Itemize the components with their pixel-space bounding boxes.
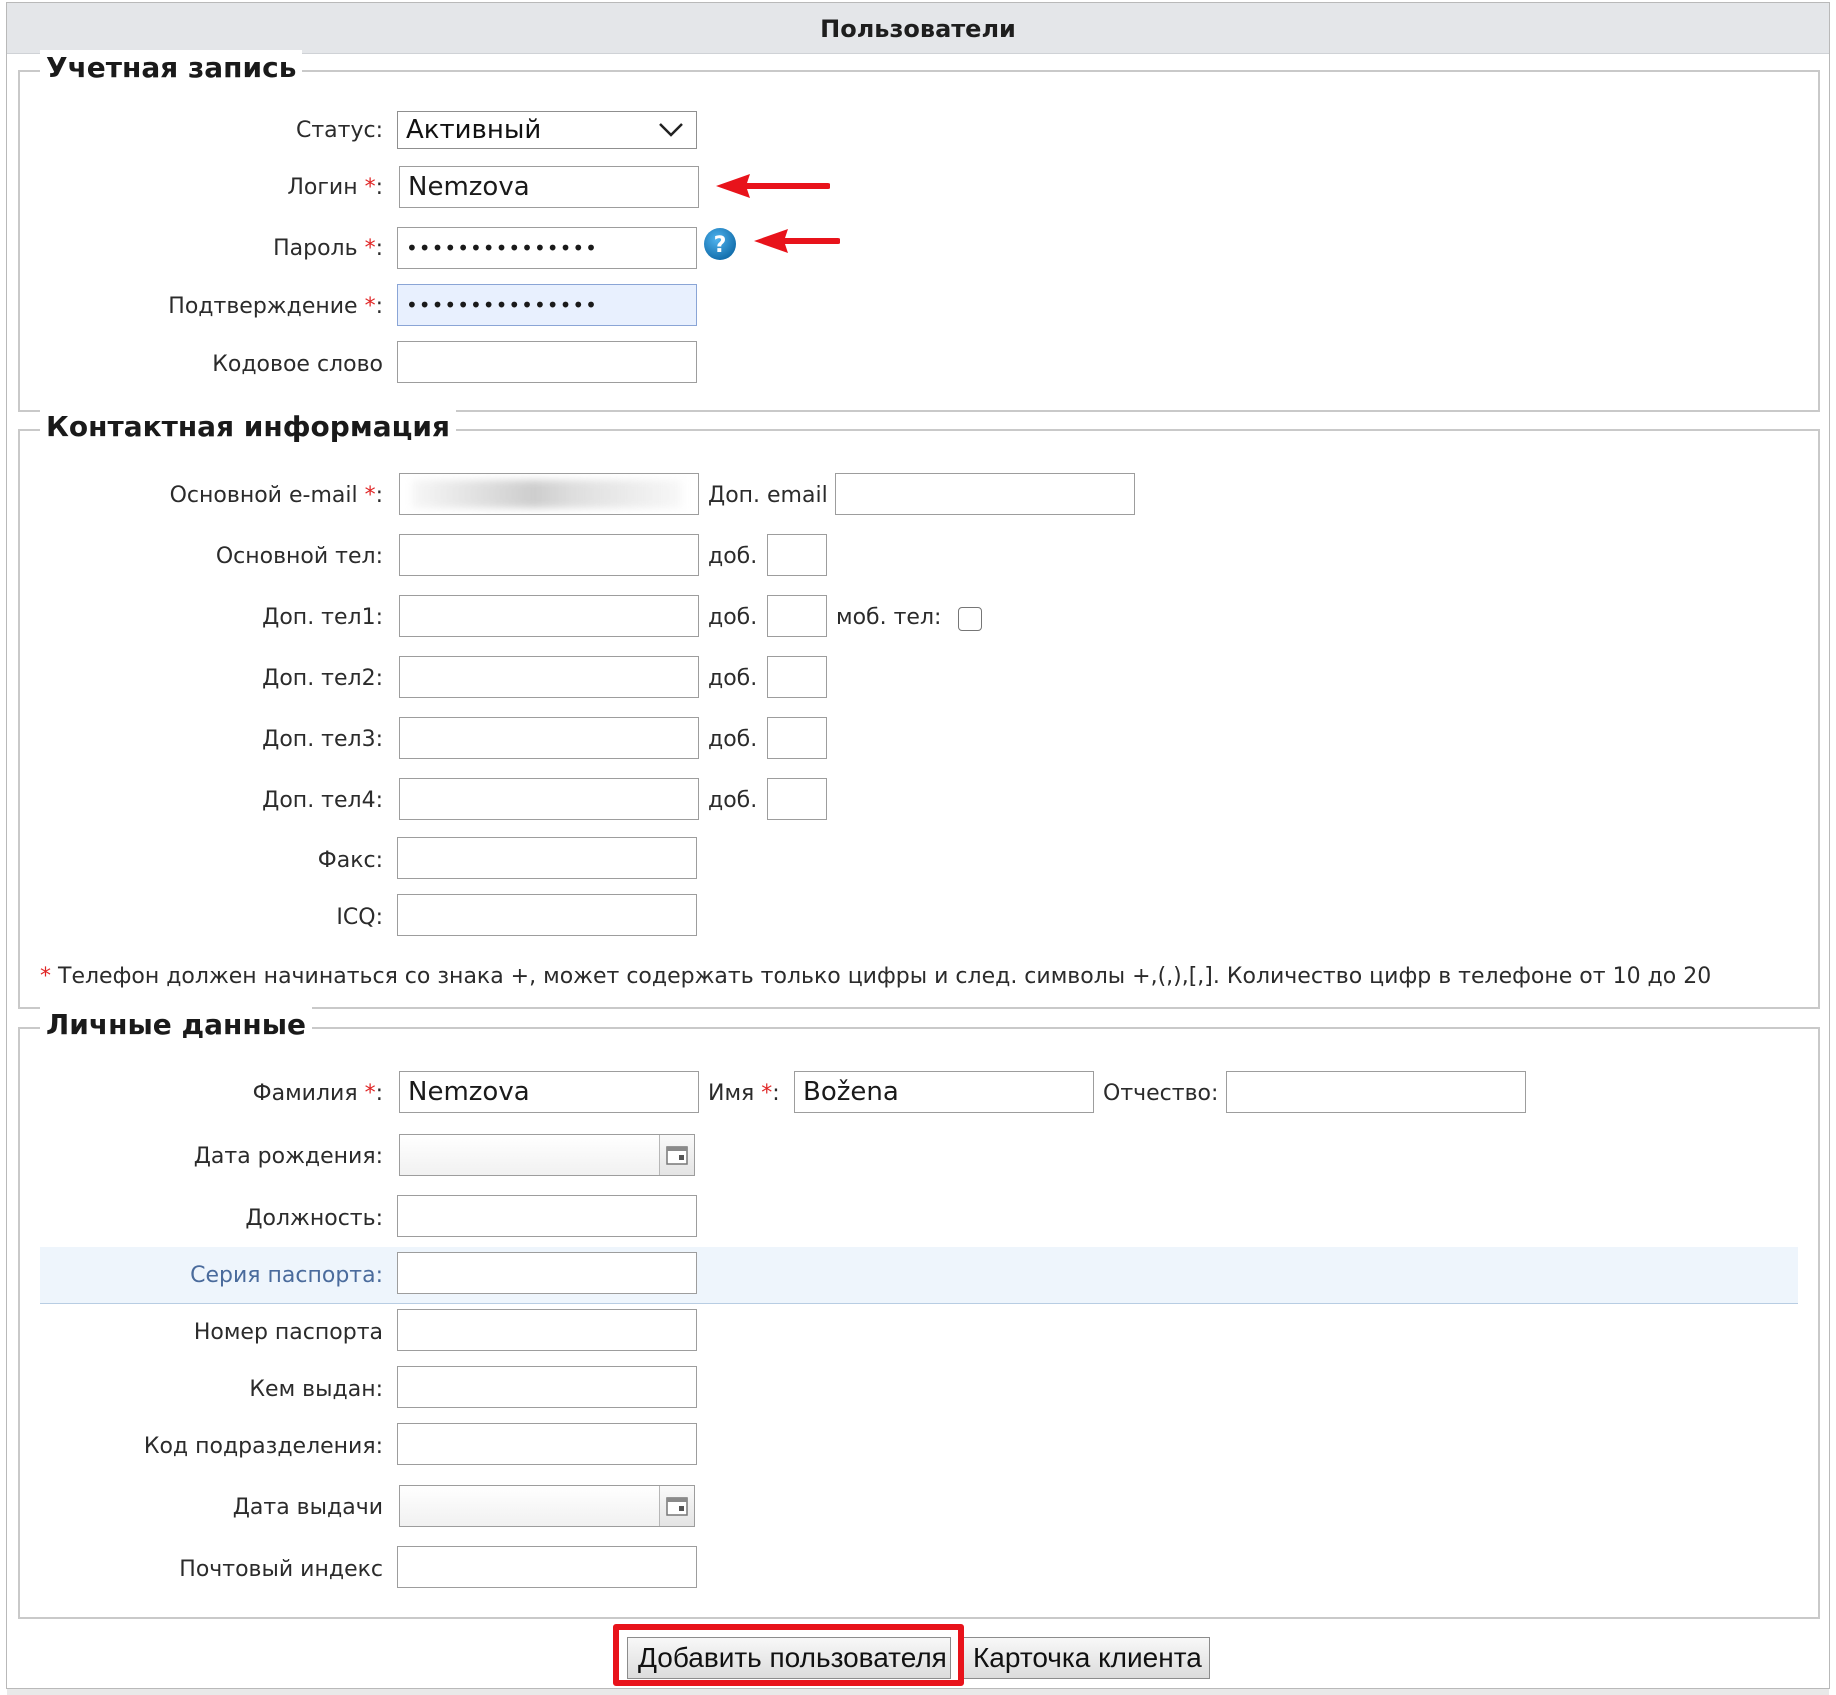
chevron-down-icon	[659, 123, 683, 137]
main-phone-ext-input[interactable]	[767, 534, 827, 576]
status-value: Активный	[406, 115, 542, 145]
main-phone-ext-label: доб.	[708, 544, 758, 569]
phone2-input[interactable]	[399, 656, 699, 698]
position-input[interactable]	[397, 1195, 697, 1237]
issue-date-label: Дата выдачи	[232, 1495, 383, 1520]
status-select[interactable]: Активный	[397, 111, 697, 149]
mobile-checkbox[interactable]	[958, 607, 982, 631]
annotation-arrow-icon	[716, 174, 830, 198]
passport-series-input[interactable]	[397, 1252, 697, 1294]
login-input[interactable]: Nemzova	[399, 166, 699, 208]
main-phone-input[interactable]	[399, 534, 699, 576]
phone4-ext-label: доб.	[708, 788, 758, 813]
division-code-input[interactable]	[397, 1423, 697, 1465]
middlename-label: Отчество:	[1103, 1081, 1219, 1106]
client-card-button[interactable]: Карточка клиента	[962, 1637, 1210, 1679]
lastname-label: Фамилия *:	[252, 1081, 383, 1106]
phone4-input[interactable]	[399, 778, 699, 820]
codeword-label: Кодовое слово	[212, 352, 383, 377]
firstname-label: Имя *:	[708, 1081, 780, 1106]
birthdate-label: Дата рождения:	[193, 1144, 383, 1169]
password-input[interactable]: •••••••••••••••	[397, 227, 697, 269]
position-label: Должность:	[245, 1206, 383, 1231]
email-label: Основной e-mail *:	[169, 483, 383, 508]
confirm-input[interactable]: •••••••••••••••	[397, 284, 697, 326]
bottom-edge	[7, 1689, 1829, 1695]
phone1-label: Доп. тел1:	[262, 605, 383, 630]
calendar-icon	[666, 1146, 688, 1165]
phone4-label: Доп. тел4:	[262, 788, 383, 813]
birthdate-input[interactable]	[399, 1134, 695, 1176]
phone1-input[interactable]	[399, 595, 699, 637]
annotation-highlight-box	[613, 1624, 964, 1686]
blurred-email	[412, 480, 682, 508]
help-icon[interactable]: ?	[703, 227, 737, 261]
page-title: Пользователи	[7, 3, 1829, 54]
firstname-input[interactable]: Božena	[794, 1071, 1094, 1113]
phone4-ext-input[interactable]	[767, 778, 827, 820]
login-label: Логин *:	[287, 175, 383, 200]
middlename-input[interactable]	[1226, 1071, 1526, 1113]
issue-date-input[interactable]	[399, 1485, 695, 1527]
fax-label: Факс:	[317, 848, 383, 873]
codeword-input[interactable]	[397, 341, 697, 383]
account-legend: Учетная запись	[40, 50, 303, 86]
phone1-ext-label: доб.	[708, 605, 758, 630]
phone3-label: Доп. тел3:	[262, 727, 383, 752]
phone3-input[interactable]	[399, 717, 699, 759]
passport-number-label: Номер паспорта	[193, 1320, 383, 1345]
calendar-button[interactable]	[659, 1135, 694, 1175]
passport-number-input[interactable]	[397, 1309, 697, 1351]
phone2-ext-label: доб.	[708, 666, 758, 691]
calendar-icon	[666, 1497, 688, 1516]
extra-email-input[interactable]	[835, 473, 1135, 515]
fax-input[interactable]	[397, 837, 697, 879]
email-input[interactable]	[399, 473, 699, 515]
svg-text:?: ?	[714, 233, 727, 258]
contact-legend: Контактная информация	[40, 409, 456, 445]
mobile-label: моб. тел:	[836, 605, 942, 630]
calendar-button[interactable]	[659, 1486, 694, 1526]
icq-input[interactable]	[397, 894, 697, 936]
lastname-input[interactable]: Nemzova	[399, 1071, 699, 1113]
division-code-label: Код подразделения:	[143, 1434, 383, 1459]
main-phone-label: Основной тел:	[215, 544, 383, 569]
postal-code-label: Почтовый индекс	[179, 1557, 383, 1582]
extra-email-label: Доп. email	[708, 483, 828, 508]
icq-label: ICQ:	[336, 905, 383, 930]
phone3-ext-input[interactable]	[767, 717, 827, 759]
personal-legend: Личные данные	[40, 1007, 313, 1043]
phone1-ext-input[interactable]	[767, 595, 827, 637]
phone3-ext-label: доб.	[708, 727, 758, 752]
postal-code-input[interactable]	[397, 1546, 697, 1588]
annotation-arrow-icon	[754, 229, 840, 253]
issued-by-label: Кем выдан:	[249, 1377, 383, 1402]
issued-by-input[interactable]	[397, 1366, 697, 1408]
phone2-label: Доп. тел2:	[262, 666, 383, 691]
password-label: Пароль *:	[273, 236, 383, 261]
phone2-ext-input[interactable]	[767, 656, 827, 698]
confirm-label: Подтверждение *:	[168, 294, 383, 319]
status-label: Статус:	[295, 118, 383, 143]
passport-series-label: Серия паспорта:	[190, 1263, 383, 1288]
phone-format-note: * Телефон должен начинаться со знака +, …	[40, 964, 1712, 989]
